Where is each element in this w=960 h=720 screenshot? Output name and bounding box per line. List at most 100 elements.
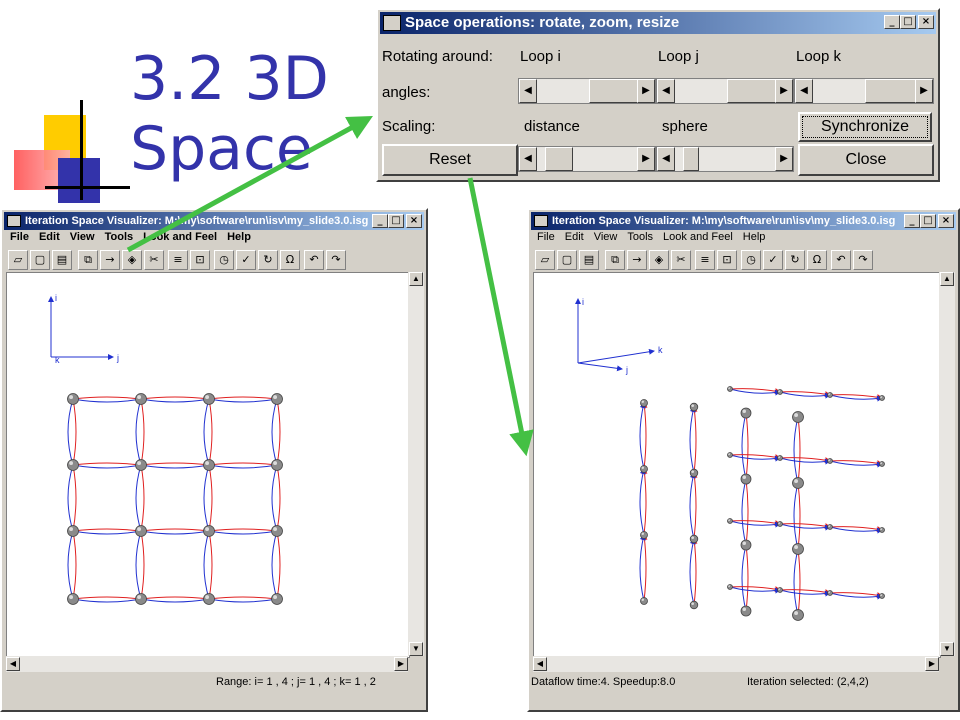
slider-thumb[interactable] (865, 79, 917, 103)
new-icon[interactable]: ▢ (30, 250, 50, 270)
menu-file[interactable]: File (533, 230, 561, 243)
omega-icon[interactable]: Ω (807, 250, 827, 270)
iteration-node[interactable] (271, 525, 283, 537)
text-icon[interactable]: ≡ (695, 250, 715, 270)
iteration-node[interactable] (271, 459, 283, 471)
arrow-right-icon[interactable]: → (627, 250, 647, 270)
iteration-node[interactable] (203, 525, 215, 537)
iteration-node[interactable] (792, 609, 804, 621)
iteration-node[interactable] (777, 455, 783, 461)
iteration-node[interactable] (67, 525, 79, 537)
slider-left-icon[interactable]: ◀ (657, 147, 675, 171)
slider-right-icon[interactable]: ▶ (915, 79, 933, 103)
iteration-node[interactable] (203, 593, 215, 605)
slider-right-icon[interactable]: ▶ (637, 147, 655, 171)
menu-help[interactable]: Help (223, 230, 257, 243)
iteration-node[interactable] (777, 389, 783, 395)
reset-button[interactable]: Reset (382, 144, 518, 176)
minimize-icon[interactable]: _ (372, 214, 388, 228)
iteration-node[interactable] (727, 386, 733, 392)
iteration-node[interactable] (203, 393, 215, 405)
undo-icon[interactable]: ↶ (831, 250, 851, 270)
dialog-titlebar[interactable]: Space operations: rotate, zoom, resize _… (380, 12, 936, 34)
right-canvas[interactable]: i k j (533, 272, 941, 658)
minimize-icon[interactable]: _ (904, 214, 920, 228)
cut-icon[interactable]: ✂ (671, 250, 691, 270)
iteration-node[interactable] (67, 459, 79, 471)
iteration-node[interactable] (640, 465, 648, 473)
iteration-node[interactable] (135, 393, 147, 405)
iteration-node[interactable] (827, 458, 833, 464)
text-icon[interactable]: ≡ (168, 250, 188, 270)
close-button[interactable]: Close (798, 144, 934, 176)
maximize-icon[interactable]: □ (388, 214, 404, 228)
iteration-node[interactable] (689, 600, 699, 610)
zoom-icon[interactable]: ⊡ (190, 250, 210, 270)
iteration-node[interactable] (740, 539, 752, 551)
redo-icon[interactable]: ↷ (326, 250, 346, 270)
right-vertical-scrollbar[interactable]: ▲ ▼ (939, 272, 955, 656)
iteration-node[interactable] (777, 521, 783, 527)
close-icon[interactable]: × (918, 15, 934, 29)
iteration-node[interactable] (879, 527, 885, 533)
close-icon[interactable]: × (938, 214, 954, 228)
slider-right-icon[interactable]: ▶ (775, 79, 793, 103)
close-icon[interactable]: × (406, 214, 422, 228)
scroll-left-icon[interactable]: ◀ (533, 657, 547, 671)
transform-icon[interactable]: ◈ (649, 250, 669, 270)
iteration-node[interactable] (727, 452, 733, 458)
iteration-node[interactable] (640, 399, 648, 407)
print-icon[interactable]: ▤ (52, 250, 72, 270)
spellcheck-icon[interactable]: ✓ (236, 250, 256, 270)
slider-right-icon[interactable]: ▶ (637, 79, 655, 103)
menu-help[interactable]: Help (739, 230, 772, 243)
iteration-node[interactable] (135, 525, 147, 537)
maximize-icon[interactable]: □ (900, 15, 916, 29)
slider-left-icon[interactable]: ◀ (519, 79, 537, 103)
scroll-right-icon[interactable]: ▶ (925, 657, 939, 671)
left-canvas[interactable]: i k j (6, 272, 410, 658)
iteration-node[interactable] (879, 461, 885, 467)
scroll-left-icon[interactable]: ◀ (6, 657, 20, 671)
iteration-node[interactable] (640, 597, 648, 605)
iteration-node[interactable] (740, 407, 752, 419)
scroll-up-icon[interactable]: ▲ (409, 272, 423, 286)
iteration-node[interactable] (727, 518, 733, 524)
iteration-node[interactable] (792, 543, 804, 555)
refresh-icon[interactable]: ↻ (785, 250, 805, 270)
open-icon[interactable]: ▱ (535, 250, 555, 270)
slider-thumb[interactable] (727, 79, 777, 103)
menu-tools[interactable]: Tools (623, 230, 659, 243)
iteration-node[interactable] (827, 392, 833, 398)
iteration-node[interactable] (792, 477, 804, 489)
new-icon[interactable]: ▢ (557, 250, 577, 270)
scroll-down-icon[interactable]: ▼ (409, 642, 423, 656)
menu-view[interactable]: View (66, 230, 101, 243)
iteration-node[interactable] (827, 524, 833, 530)
slider-left-icon[interactable]: ◀ (519, 147, 537, 171)
iteration-node[interactable] (879, 395, 885, 401)
iteration-node[interactable] (135, 459, 147, 471)
undo-icon[interactable]: ↶ (304, 250, 324, 270)
synchronize-button[interactable]: Synchronize (798, 112, 932, 142)
scroll-down-icon[interactable]: ▼ (940, 642, 954, 656)
clock-icon[interactable]: ◷ (214, 250, 234, 270)
omega-icon[interactable]: Ω (280, 250, 300, 270)
refresh-icon[interactable]: ↻ (258, 250, 278, 270)
angle-j-slider[interactable]: ◀ ▶ (656, 78, 794, 104)
minimize-icon[interactable]: _ (884, 15, 900, 29)
left-window-titlebar[interactable]: Iteration Space Visualizer: M:\my\softwa… (4, 212, 424, 230)
copy-icon[interactable]: ⧉ (78, 250, 98, 270)
iteration-node[interactable] (67, 593, 79, 605)
copy-icon[interactable]: ⧉ (605, 250, 625, 270)
angle-i-slider[interactable]: ◀ ▶ (518, 78, 656, 104)
slider-thumb[interactable] (683, 147, 699, 171)
iteration-node[interactable] (67, 393, 79, 405)
angle-k-slider[interactable]: ◀ ▶ (794, 78, 934, 104)
menu-view[interactable]: View (590, 230, 624, 243)
slider-thumb[interactable] (589, 79, 639, 103)
iteration-node[interactable] (879, 593, 885, 599)
right-horizontal-scrollbar[interactable]: ◀ ▶ (533, 656, 939, 672)
iteration-node[interactable] (740, 605, 752, 617)
right-window-titlebar[interactable]: Iteration Space Visualizer: M:\my\softwa… (531, 212, 956, 230)
